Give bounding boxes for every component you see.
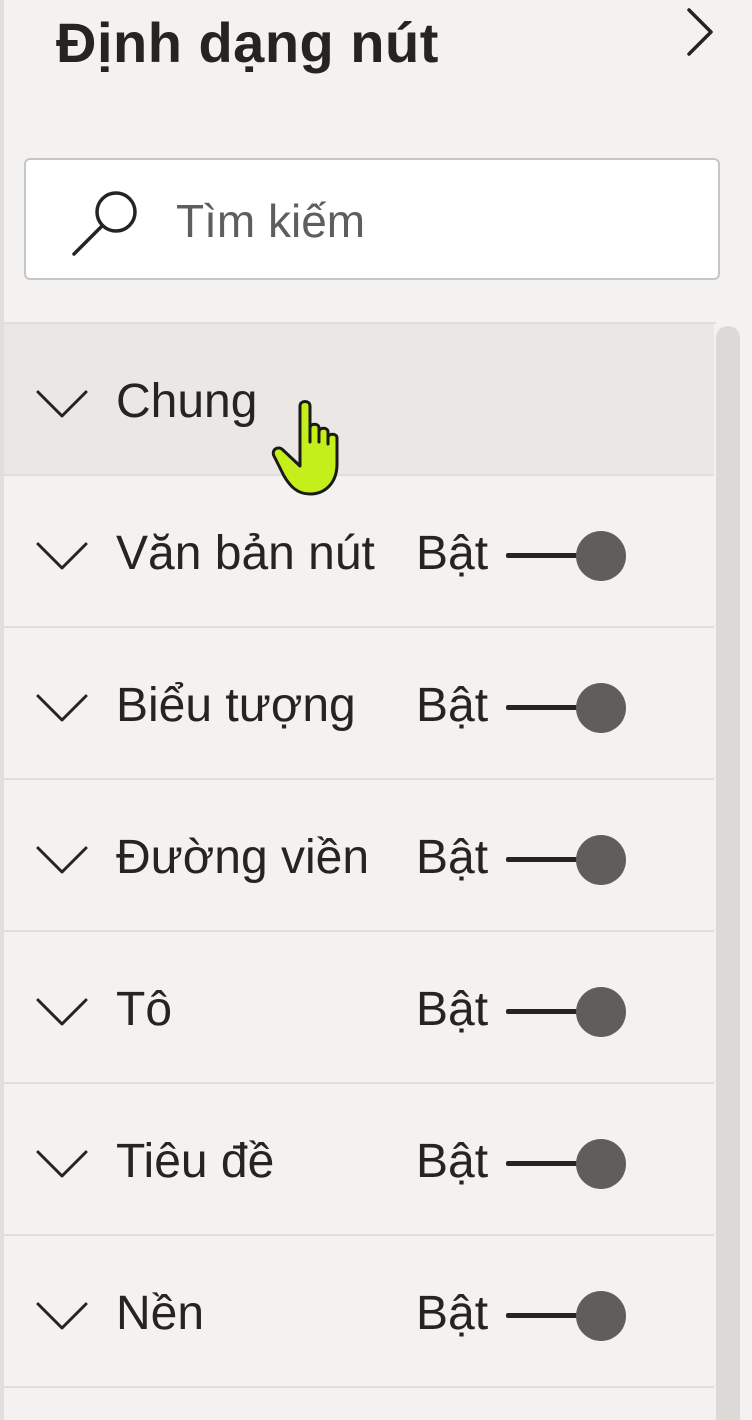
- pane-title: Định dạng nút: [56, 11, 439, 74]
- section-label: Văn bản nút: [116, 527, 375, 580]
- format-sections-list: Chung Văn bản nút Bật Biểu tượng Bật Đườ…: [4, 322, 716, 1420]
- section-duong-vien[interactable]: Đường viền Bật: [4, 780, 714, 932]
- section-tieu-de[interactable]: Tiêu đề Bật: [4, 1084, 714, 1236]
- section-chung[interactable]: Chung: [4, 324, 714, 476]
- section-toggle[interactable]: [502, 986, 626, 1037]
- section-label: Tiêu đề: [116, 1135, 275, 1188]
- section-nen[interactable]: Nền Bật: [4, 1236, 714, 1388]
- toggle-knob: [576, 531, 626, 581]
- collapse-pane-button[interactable]: [676, 6, 722, 58]
- toggle-knob: [576, 1139, 626, 1189]
- section-to[interactable]: Tô Bật: [4, 932, 714, 1084]
- section-label: Nền: [116, 1287, 205, 1340]
- section-toggle[interactable]: [502, 834, 626, 885]
- chevron-right-icon: [687, 8, 713, 56]
- chevron-down-icon: [36, 998, 88, 1026]
- search-input[interactable]: [176, 186, 696, 256]
- section-label: Chung: [116, 375, 258, 428]
- section-bieu-tuong[interactable]: Biểu tượng Bật: [4, 628, 714, 780]
- search-icon: [72, 191, 137, 256]
- section-label: Đường viền: [116, 831, 370, 884]
- toggle-knob: [576, 987, 626, 1037]
- toggle-state-label: Bật: [416, 679, 489, 732]
- section-toggle[interactable]: [502, 682, 626, 733]
- section-label: Biểu tượng: [116, 679, 356, 732]
- toggle-state-label: Bật: [416, 1287, 489, 1340]
- section-toggle[interactable]: [502, 1138, 626, 1189]
- chevron-down-icon: [36, 390, 88, 418]
- toggle-knob: [576, 1291, 626, 1341]
- scrollbar-thumb[interactable]: [716, 326, 740, 1420]
- chevron-down-icon: [36, 694, 88, 722]
- search-box[interactable]: [24, 158, 720, 280]
- section-toggle[interactable]: [502, 530, 626, 581]
- toggle-knob: [576, 683, 626, 733]
- toggle-state-label: Bật: [416, 1135, 489, 1188]
- toggle-state-label: Bật: [416, 527, 489, 580]
- chevron-down-icon: [36, 846, 88, 874]
- toggle-state-label: Bật: [416, 983, 489, 1036]
- format-pane: Định dạng nút Chung Văn bản nút Bật: [0, 0, 752, 1420]
- section-toggle[interactable]: [502, 1290, 626, 1341]
- section-label: Tô: [116, 983, 173, 1036]
- chevron-down-icon: [36, 1150, 88, 1178]
- hand-pointer-icon: [271, 400, 339, 496]
- section-van-ban-nut[interactable]: Văn bản nút Bật: [4, 476, 714, 628]
- toggle-knob: [576, 835, 626, 885]
- chevron-down-icon: [36, 542, 88, 570]
- toggle-state-label: Bật: [416, 831, 489, 884]
- chevron-down-icon: [36, 1302, 88, 1330]
